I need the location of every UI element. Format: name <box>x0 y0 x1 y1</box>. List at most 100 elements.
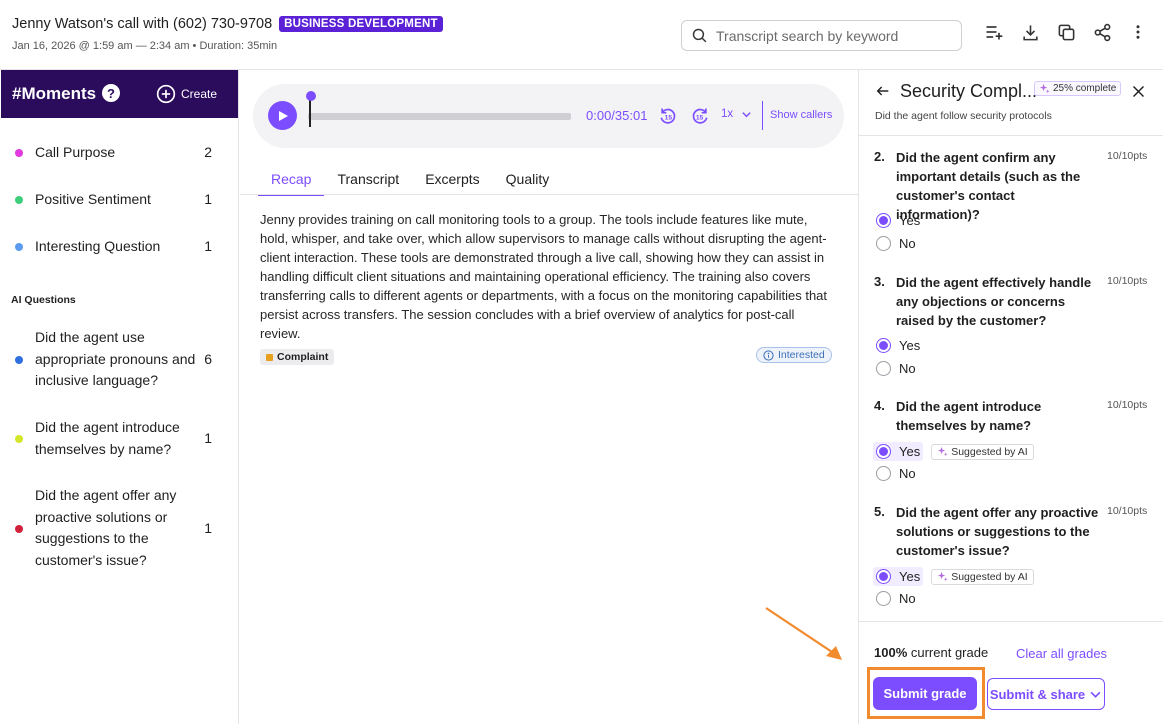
no-radio[interactable] <box>876 466 891 481</box>
playback-speed-select[interactable]: 1x <box>721 108 752 120</box>
grade-value: 100% <box>874 645 908 660</box>
content-tabs: Recap Transcript Excerpts Quality <box>258 163 562 196</box>
audio-player: 0:00/35:01 15 15 1x Show callers <box>253 84 844 148</box>
question-points: 10/10pts <box>1107 399 1148 411</box>
moment-item[interactable]: Positive Sentiment 1 <box>0 189 238 211</box>
share-icon[interactable] <box>1092 22 1112 42</box>
grade-label: current grade <box>910 645 989 660</box>
ai-suggestion-label: Suggested by AI <box>951 570 1028 583</box>
search-input[interactable] <box>716 27 946 44</box>
moment-label: Positive Sentiment <box>35 191 151 207</box>
moment-color-dot <box>15 149 23 157</box>
question-text: Did the agent introduce themselves by na… <box>896 399 1042 433</box>
yes-radio[interactable] <box>876 338 891 353</box>
ai-suggestion-label: Suggested by AI <box>951 445 1028 458</box>
close-icon[interactable] <box>1131 84 1146 99</box>
moment-count: 1 <box>204 191 212 207</box>
recap-text: Jenny provides training on call monitori… <box>260 212 828 341</box>
ai-question-item[interactable]: Did the agent introduce themselves by na… <box>0 417 238 461</box>
no-radio[interactable] <box>876 361 891 376</box>
option-yes[interactable]: Yes <box>876 338 920 353</box>
option-no[interactable]: No <box>876 466 916 481</box>
show-callers-button[interactable]: Show callers <box>770 109 832 121</box>
tab-transcript[interactable]: Transcript <box>324 163 412 196</box>
create-label: Create <box>181 87 218 101</box>
no-radio[interactable] <box>876 591 891 606</box>
ai-questions-heading: AI Questions <box>11 294 76 306</box>
playback-track[interactable] <box>308 113 571 120</box>
more-vertical-icon[interactable] <box>1128 22 1148 42</box>
sparkle-icon <box>938 446 948 457</box>
playhead-handle[interactable] <box>306 91 316 101</box>
moment-color-dot <box>15 243 23 251</box>
copy-icon[interactable] <box>1056 22 1076 42</box>
moment-item[interactable]: Call Purpose 2 <box>0 142 238 164</box>
ai-suggestion-tag: Suggested by AI <box>931 568 1034 585</box>
interested-label: Interested <box>778 349 825 361</box>
question-number: 5. <box>874 504 885 519</box>
question-label: Did the agent use appropriate pronouns a… <box>35 329 196 388</box>
play-button[interactable] <box>268 101 297 130</box>
question-number: 3. <box>874 274 885 289</box>
option-no[interactable]: No <box>876 361 916 376</box>
yes-radio[interactable] <box>876 213 891 228</box>
moments-title: #Moments <box>12 84 97 103</box>
ai-question-item[interactable]: Did the agent offer any proactive soluti… <box>0 485 238 573</box>
yes-radio[interactable] <box>876 569 891 584</box>
option-yes[interactable]: Yes Suggested by AI <box>873 567 1034 586</box>
sparkle-icon <box>938 571 948 582</box>
no-radio[interactable] <box>876 236 891 251</box>
submit-grade-button[interactable]: Submit grade <box>873 677 977 710</box>
question-number: 2. <box>874 149 885 164</box>
create-moment-button[interactable]: Create <box>156 84 217 104</box>
question-label: Did the agent offer any proactive soluti… <box>35 487 177 568</box>
call-header: Jenny Watson's call with (602) 730-9708 … <box>0 0 1163 70</box>
complaint-tag[interactable]: Complaint <box>260 349 335 365</box>
skip-forward-15-icon[interactable]: 15 <box>690 106 710 126</box>
speed-label: 1x <box>721 108 734 120</box>
option-yes[interactable]: Yes <box>876 213 920 228</box>
back-arrow-icon[interactable] <box>875 83 891 99</box>
interested-tag[interactable]: Interested <box>756 347 832 363</box>
yes-label: Yes <box>899 213 921 228</box>
option-no[interactable]: No <box>876 591 916 606</box>
submit-share-label: Submit & share <box>989 686 1086 702</box>
skip-back-15-icon[interactable]: 15 <box>658 106 678 126</box>
moment-count: 1 <box>204 238 212 254</box>
question-text: Did the agent effectively handle any obj… <box>896 275 1092 328</box>
help-icon[interactable]: ? <box>102 84 120 102</box>
yes-radio[interactable] <box>876 444 891 459</box>
no-label: No <box>899 591 916 606</box>
submit-share-button[interactable]: Submit & share <box>987 678 1105 710</box>
complaint-label: Complaint <box>277 351 329 363</box>
ai-question-item[interactable]: Did the agent use appropriate pronouns a… <box>0 327 238 393</box>
completion-text: 25% complete <box>1053 83 1117 94</box>
option-no[interactable]: No <box>876 236 916 251</box>
add-to-playlist-icon[interactable] <box>984 22 1004 42</box>
sparkle-icon <box>1039 83 1050 94</box>
tab-quality[interactable]: Quality <box>493 163 563 196</box>
tab-recap[interactable]: Recap <box>258 163 325 196</box>
yes-label: Yes <box>899 444 921 459</box>
skip-back-label: 15 <box>665 114 673 121</box>
moment-label: Call Purpose <box>35 144 116 160</box>
no-label: No <box>899 361 916 376</box>
clear-grades-button[interactable]: Clear all grades <box>1016 646 1107 661</box>
question-label: Did the agent introduce themselves by na… <box>35 419 180 457</box>
moment-item[interactable]: Interesting Question 1 <box>0 236 238 258</box>
tab-excerpts[interactable]: Excerpts <box>412 163 492 196</box>
moments-sidebar: #Moments ? Create Call Purpose 2 Positiv… <box>0 70 239 724</box>
moment-label: Interesting Question <box>35 238 161 254</box>
scorecard-title: Security Compl... <box>900 81 1038 101</box>
question-text: Did the agent confirm any important deta… <box>896 150 1081 222</box>
option-yes[interactable]: Yes Suggested by AI <box>873 442 1034 461</box>
tabs-divider <box>240 194 858 195</box>
download-icon[interactable] <box>1020 22 1040 42</box>
current-grade: 100% current grade <box>874 645 988 660</box>
search-icon <box>692 28 707 43</box>
no-label: No <box>899 466 916 481</box>
transcript-search[interactable] <box>681 20 962 51</box>
selected-highlight: Yes <box>873 442 924 461</box>
plus-circle-icon <box>156 84 176 104</box>
scorecard-panel: Security Compl... 25% complete Did the a… <box>858 70 1163 724</box>
